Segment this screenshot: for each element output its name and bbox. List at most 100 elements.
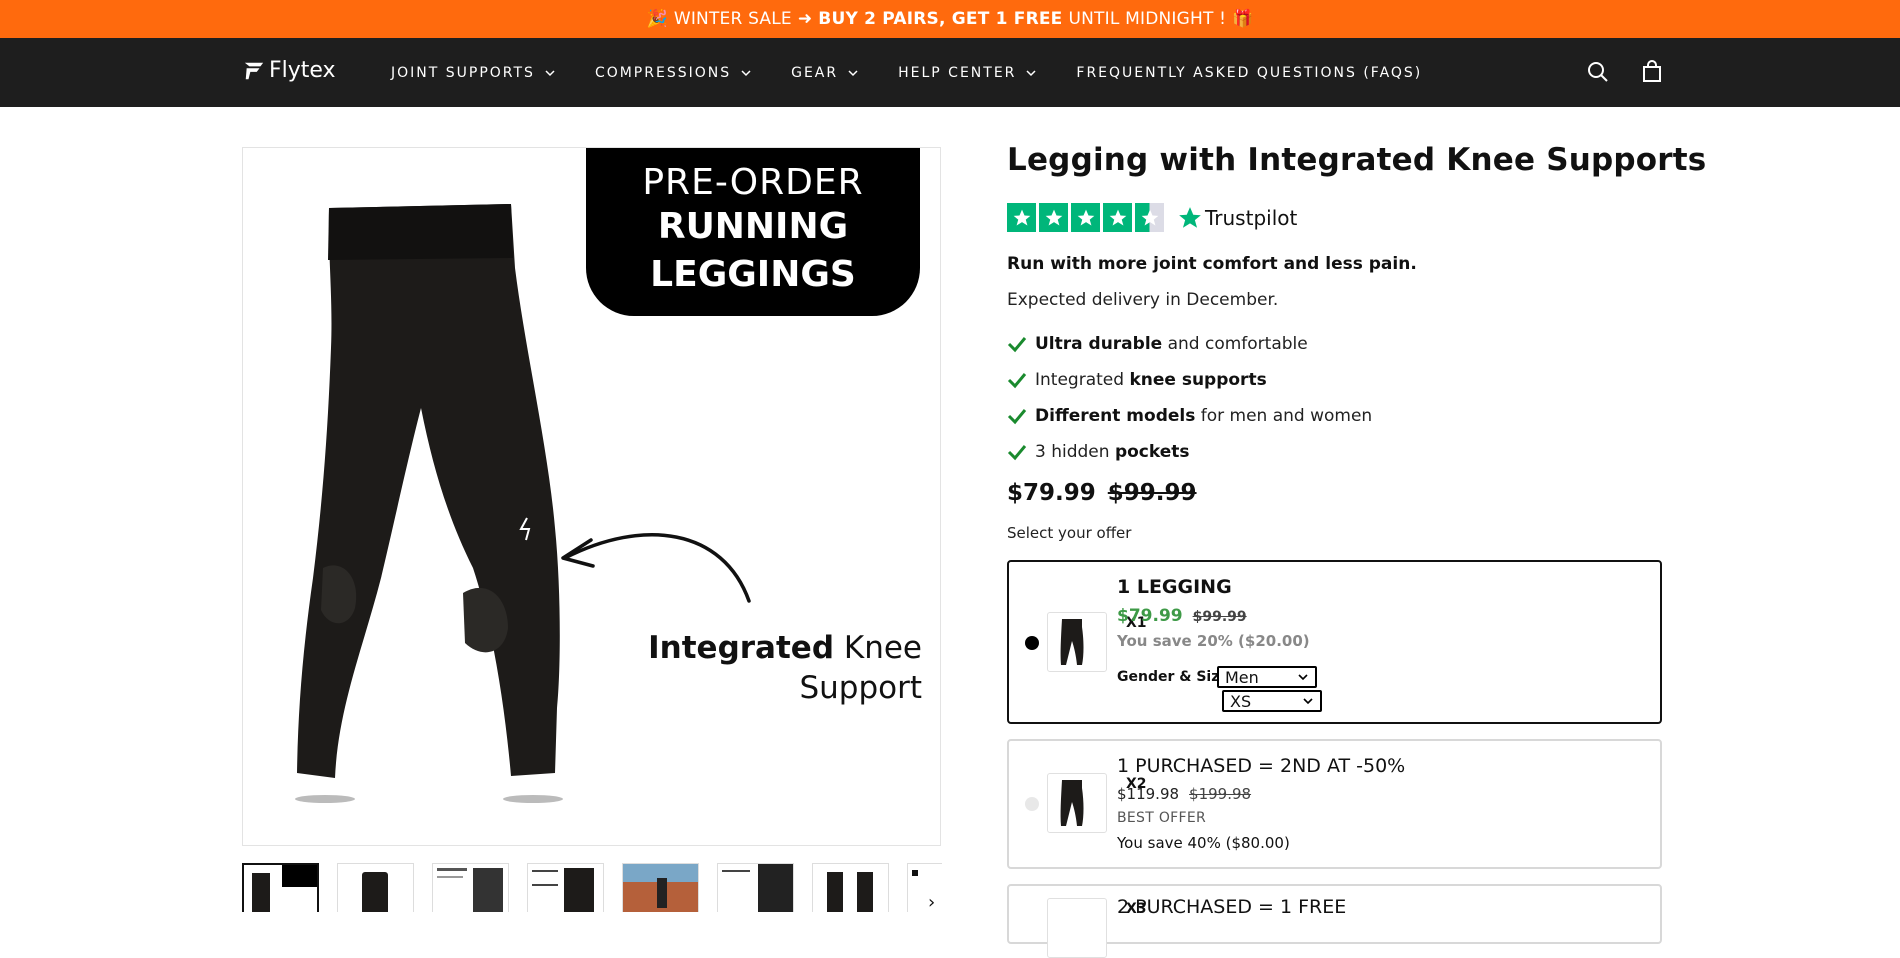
star-icon — [1007, 203, 1036, 232]
nav-item-label: GEAR — [791, 64, 839, 81]
nav-item-faqs[interactable]: FREQUENTLY ASKED QUESTIONS (FAQS) — [1076, 65, 1422, 81]
checkmark-icon — [1007, 337, 1027, 353]
offer-option-3[interactable]: X3 2 PURCHASED = 1 FREE — [1007, 884, 1662, 958]
knee-caption-line2: Support — [799, 670, 922, 706]
offer-price: $79.99 $99.99 — [1117, 606, 1247, 626]
offer-option-1[interactable]: X1 1 LEGGING $79.99 $99.99 You save 20% … — [1007, 560, 1662, 724]
chevron-down-icon — [1298, 674, 1308, 681]
nav-item-joint-supports[interactable]: JOINT SUPPORTS — [391, 65, 555, 81]
current-price: $79.99 — [1007, 480, 1096, 506]
main-nav: Flytex JOINT SUPPORTS COMPRESSIONS GEAR … — [0, 38, 1900, 107]
promo-text-pre: WINTER SALE — [673, 9, 792, 29]
feature-item: Different models for men and women — [1007, 398, 1372, 434]
thumbnail-strip — [242, 863, 942, 912]
offer-title: 1 LEGGING — [1117, 576, 1232, 598]
nav-item-compressions[interactable]: COMPRESSIONS — [595, 65, 751, 81]
thumbnail-2[interactable] — [337, 863, 414, 912]
chevron-down-icon — [545, 69, 555, 76]
knee-caption-rest: Knee — [843, 630, 922, 666]
checkmark-icon — [1007, 409, 1027, 425]
feature-bold: knee supports — [1129, 370, 1267, 390]
size-select[interactable]: XS — [1222, 690, 1322, 712]
chevron-down-icon — [1303, 698, 1313, 705]
offer-radio[interactable] — [1025, 797, 1039, 811]
gender-select-value: Men — [1225, 667, 1259, 687]
thumbnail-1[interactable] — [242, 863, 319, 912]
logo-text: Flytex — [269, 58, 336, 83]
chevron-down-icon — [848, 69, 858, 76]
feature-bold: pockets — [1114, 442, 1190, 462]
offer-price-was: $199.98 — [1189, 785, 1252, 803]
knee-support-caption: Integrated Knee Support — [648, 628, 922, 708]
feature-item: Integrated knee supports — [1007, 362, 1372, 398]
preorder-line3: LEGGINGS — [650, 254, 856, 295]
gender-size-label: Gender & Size — [1117, 669, 1229, 685]
thumbnail-5[interactable] — [622, 863, 699, 912]
nav-item-label: FREQUENTLY ASKED QUESTIONS (FAQS) — [1076, 64, 1423, 81]
thumbnail-3[interactable] — [432, 863, 509, 912]
star-icon — [1103, 203, 1132, 232]
thumbnail-8[interactable] — [907, 863, 942, 912]
offer-price-now: $119.98 — [1117, 785, 1180, 803]
feature-text: 3 hidden — [1035, 442, 1115, 462]
thumbnail-6[interactable] — [717, 863, 794, 912]
trustpilot-rating[interactable]: Trustpilot — [1007, 203, 1297, 232]
offer-thumbnail: X2 — [1047, 773, 1147, 833]
star-icon — [1039, 203, 1068, 232]
offer-price-now: $79.99 — [1117, 606, 1183, 626]
promo-text-post: UNTIL MIDNIGHT ! — [1068, 9, 1227, 29]
product-price: $79.99 $99.99 — [1007, 480, 1197, 506]
compare-price: $99.99 — [1107, 480, 1197, 506]
knee-caption-bold: Integrated — [648, 630, 835, 666]
chevron-right-icon[interactable]: › — [928, 892, 935, 913]
half-star-icon — [1135, 203, 1164, 232]
nav-icons — [1586, 60, 1664, 84]
trustpilot-label: Trustpilot — [1205, 205, 1298, 230]
feature-list: Ultra durable and comfortable Integrated… — [1007, 326, 1372, 470]
offer-title: 2 PURCHASED = 1 FREE — [1117, 896, 1347, 918]
feature-bold: Different models — [1035, 406, 1196, 426]
gender-select[interactable]: Men — [1217, 666, 1317, 688]
feature-text: and comfortable — [1162, 334, 1308, 354]
trustpilot-star-icon — [1179, 206, 1201, 228]
promo-text-bold: BUY 2 PAIRS, GET 1 FREE — [818, 9, 1063, 29]
offer-option-2[interactable]: X2 1 PURCHASED = 2ND AT -50% $119.98 $19… — [1007, 739, 1662, 869]
nav-menu: JOINT SUPPORTS COMPRESSIONS GEAR HELP CE… — [391, 38, 1462, 107]
search-icon[interactable] — [1586, 60, 1610, 84]
offer-radio-selected[interactable] — [1025, 636, 1039, 650]
legging-thumb-icon — [1060, 619, 1084, 665]
star-icon — [1071, 203, 1100, 232]
preorder-line1: PRE-ORDER — [642, 162, 864, 203]
offer-thumbnail: X3 — [1047, 898, 1147, 958]
logo[interactable]: Flytex — [243, 58, 336, 83]
party-icon: 🎉 — [646, 9, 668, 29]
offer-savings: You save 40% ($80.00) — [1117, 834, 1290, 852]
feature-item: Ultra durable and comfortable — [1007, 326, 1372, 362]
gift-icon: 🎁 — [1232, 9, 1254, 29]
offer-price-was: $99.99 — [1192, 609, 1247, 625]
thumbnail-4[interactable] — [527, 863, 604, 912]
promo-banner: 🎉 WINTER SALE ➜ BUY 2 PAIRS, GET 1 FREE … — [0, 0, 1900, 38]
product-lead: Run with more joint comfort and less pai… — [1007, 254, 1417, 274]
feature-text: for men and women — [1195, 406, 1373, 426]
offer-thumbnail: X1 — [1047, 612, 1147, 672]
promo-arrow: ➜ — [797, 9, 813, 29]
feature-text: Integrated — [1035, 370, 1130, 390]
offer-label: Select your offer — [1007, 524, 1132, 542]
offer-price: $119.98 $199.98 — [1117, 785, 1251, 803]
preorder-line2: RUNNING — [657, 206, 849, 247]
thumbnail-7[interactable] — [812, 863, 889, 912]
nav-item-help-center[interactable]: HELP CENTER — [898, 65, 1036, 81]
nav-item-label: COMPRESSIONS — [594, 64, 732, 81]
cart-icon[interactable] — [1640, 60, 1664, 84]
main-product-image[interactable]: PRE-ORDER RUNNING LEGGINGS Integrated Kn… — [242, 147, 941, 846]
nav-item-gear[interactable]: GEAR — [791, 65, 858, 81]
offer-badge: BEST OFFER — [1117, 810, 1207, 826]
trustpilot-logo: Trustpilot — [1177, 205, 1297, 231]
checkmark-icon — [1007, 445, 1027, 461]
nav-item-label: HELP CENTER — [898, 64, 1017, 81]
feature-bold: Ultra durable — [1035, 334, 1163, 354]
flytex-logo-icon — [244, 62, 264, 79]
feature-item: 3 hidden pockets — [1007, 434, 1372, 470]
checkmark-icon — [1007, 373, 1027, 389]
